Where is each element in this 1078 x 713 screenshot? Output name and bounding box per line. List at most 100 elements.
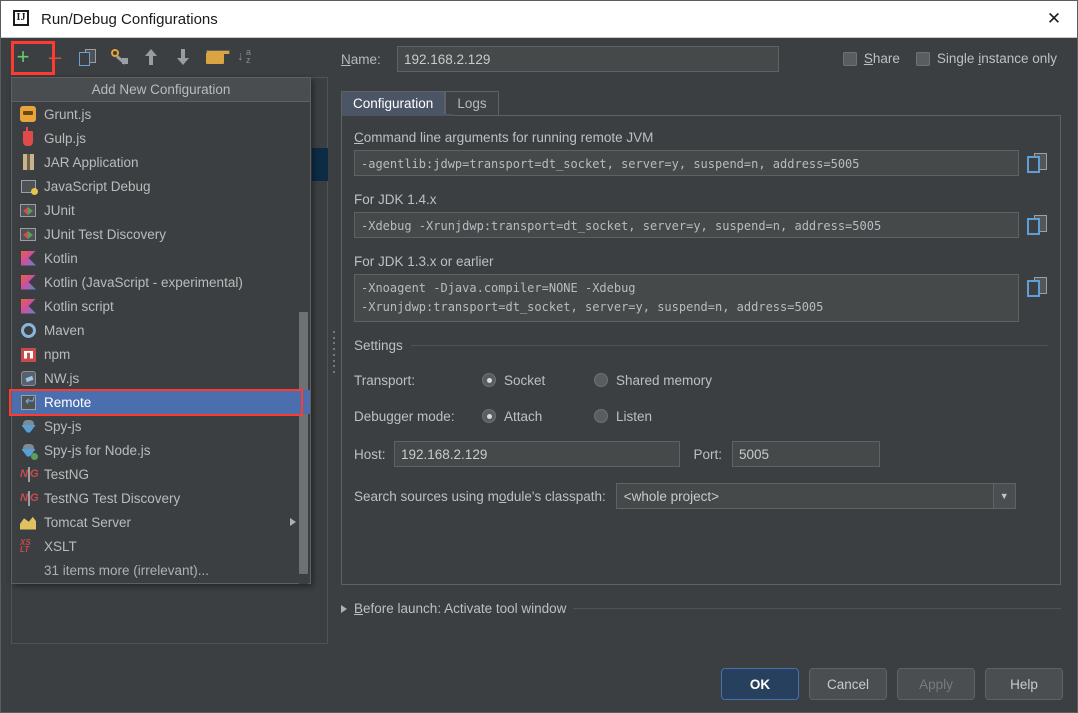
list-item-kotlin-javascript-experimental[interactable]: Kotlin (JavaScript - experimental) [12,270,310,294]
jdk14-value[interactable]: -Xdebug -Xrunjdwp:transport=dt_socket, s… [354,212,1019,238]
move-down-button[interactable] [170,44,196,70]
list-item-xslt[interactable]: XS LT XSLT [12,534,310,558]
gulp-icon [20,126,37,147]
remove-configuration-button[interactable]: – [42,44,68,70]
jdk13-row: -Xnoagent -Djava.compiler=NONE -Xdebug -… [354,274,1048,322]
list-item-label: XSLT [44,538,77,554]
list-item-label: Spy-js [44,418,82,434]
radio-button [482,409,496,423]
chevron-right-icon[interactable] [341,604,347,613]
list-item-label: JUnit Test Discovery [44,226,167,242]
spyjs-icon [20,418,37,435]
port-input[interactable] [732,441,880,467]
name-input[interactable] [397,46,779,72]
list-item-label: Kotlin (JavaScript - experimental) [44,274,243,290]
configuration-details-panel: Name: Share Single instance only Configu… [341,45,1069,645]
list-item-junit-test-discovery[interactable]: JUnit Test Discovery [12,222,310,246]
option-label: Listen [616,408,653,424]
tab-configuration[interactable]: Configuration [341,91,446,115]
transport-option-socket[interactable]: Socket [482,373,594,388]
list-item-maven[interactable]: Maven [12,318,310,342]
list-item-more[interactable]: 31 items more (irrelevant)... [12,558,310,582]
debugger-mode-option-attach[interactable]: Attach [482,409,594,424]
checkbox-box [842,51,857,66]
arrow-up-icon [144,49,158,65]
divider [573,608,1061,609]
classpath-combobox[interactable]: <whole project> ▼ [615,483,1016,509]
transport-option-shared-memory[interactable]: Shared memory [594,373,712,388]
jdk13-value-line2: -Xrunjdwp:transport=dt_socket, server=y,… [361,300,824,314]
cmdline-row: -agentlib:jdwp=transport=dt_socket, serv… [354,150,1048,176]
classpath-row: Search sources using module's classpath:… [354,483,1048,509]
host-input[interactable] [394,441,680,467]
maven-icon [20,322,37,339]
jdk13-value-line1: -Xnoagent -Djava.compiler=NONE -Xdebug [361,281,636,295]
move-up-button[interactable] [138,44,164,70]
configuration-type-list[interactable]: Grunt.js Gulp.js JAR Application JavaScr… [12,102,310,584]
list-item-tomcat-server[interactable]: Tomcat Server [12,510,310,534]
list-item-label: Remote [44,394,92,410]
single-instance-checkbox[interactable]: Single instance only [915,51,1057,66]
before-launch-section[interactable]: Before launch: Activate tool window [341,601,1061,616]
list-item-testng-test-discovery[interactable]: NG TestNG Test Discovery [12,486,310,510]
list-item-label: JUnit [44,202,75,218]
spyjs-node-icon [20,442,38,460]
copy-icon[interactable] [1026,152,1048,174]
list-item-testng[interactable]: NG TestNG [12,462,310,486]
copy-configuration-button[interactable] [74,44,100,70]
cancel-button[interactable]: Cancel [809,668,887,700]
transport-label: Transport: [354,372,416,388]
add-configuration-button[interactable]: + [10,44,36,70]
list-item-gulp-js[interactable]: Gulp.js [12,126,310,150]
share-checkbox[interactable]: Share [842,51,900,66]
list-item-label: Gulp.js [44,130,87,146]
copy-icon[interactable] [1026,214,1048,236]
jdk13-value-box[interactable]: -Xnoagent -Djava.compiler=NONE -Xdebug -… [354,274,1019,322]
cmdline-value[interactable]: -agentlib:jdwp=transport=dt_socket, serv… [354,150,1019,176]
list-item-remote[interactable]: Remote [12,390,310,414]
cmdline-label: Command line arguments for running remot… [354,130,654,145]
list-item-npm[interactable]: npm [12,342,310,366]
chevron-right-icon [290,518,296,526]
panel-splitter[interactable] [330,331,337,373]
junit-icon [20,202,37,219]
javascript-debug-icon [20,178,38,195]
list-item-junit[interactable]: JUnit [12,198,310,222]
list-item-grunt-js[interactable]: Grunt.js [12,102,310,126]
apply-button[interactable]: Apply [897,668,975,700]
list-item-jar-application[interactable]: JAR Application [12,150,310,174]
add-new-configuration-popup: Add New Configuration Grunt.js Gulp.js J… [11,77,311,584]
debugger-mode-option-listen[interactable]: Listen [594,409,652,424]
testng-icon: NG [20,490,39,506]
debugger-mode-label: Debugger mode: [354,408,455,424]
list-item-kotlin[interactable]: Kotlin [12,246,310,270]
close-icon[interactable]: ✕ [1031,1,1077,37]
create-folder-button[interactable] [202,44,230,70]
edit-templates-button[interactable] [106,44,132,70]
tab-logs[interactable]: Logs [445,91,499,115]
chevron-down-icon[interactable]: ▼ [992,484,1015,508]
tab-bar: Configuration Logs [341,91,499,115]
sort-configurations-button[interactable]: ↓ a z [234,44,260,70]
name-label: Name: [341,51,381,67]
list-item-label: Maven [44,322,85,338]
list-item-spy-js-for-node-js[interactable]: Spy-js for Node.js [12,438,310,462]
kotlin-icon [20,298,37,315]
copy-icon[interactable] [1026,276,1048,298]
jdk14-label: For JDK 1.4.x [354,192,437,207]
list-item-javascript-debug[interactable]: JavaScript Debug [12,174,310,198]
radio-button [594,409,608,423]
host-label: Host: [354,446,386,462]
list-item-nw-js[interactable]: NW.js [12,366,310,390]
page-title: Run/Debug Configurations [41,10,218,28]
xslt-icon: XS LT [20,537,31,554]
nwjs-icon [20,370,37,387]
list-item-spy-js[interactable]: Spy-js [12,414,310,438]
jar-icon [20,153,37,171]
list-item-kotlin-script[interactable]: Kotlin script [12,294,310,318]
help-button[interactable]: Help [985,668,1063,700]
ok-button[interactable]: OK [721,668,799,700]
share-label: Share [863,51,900,66]
list-item-label: Kotlin [44,250,78,266]
classpath-value: <whole project> [623,488,720,504]
